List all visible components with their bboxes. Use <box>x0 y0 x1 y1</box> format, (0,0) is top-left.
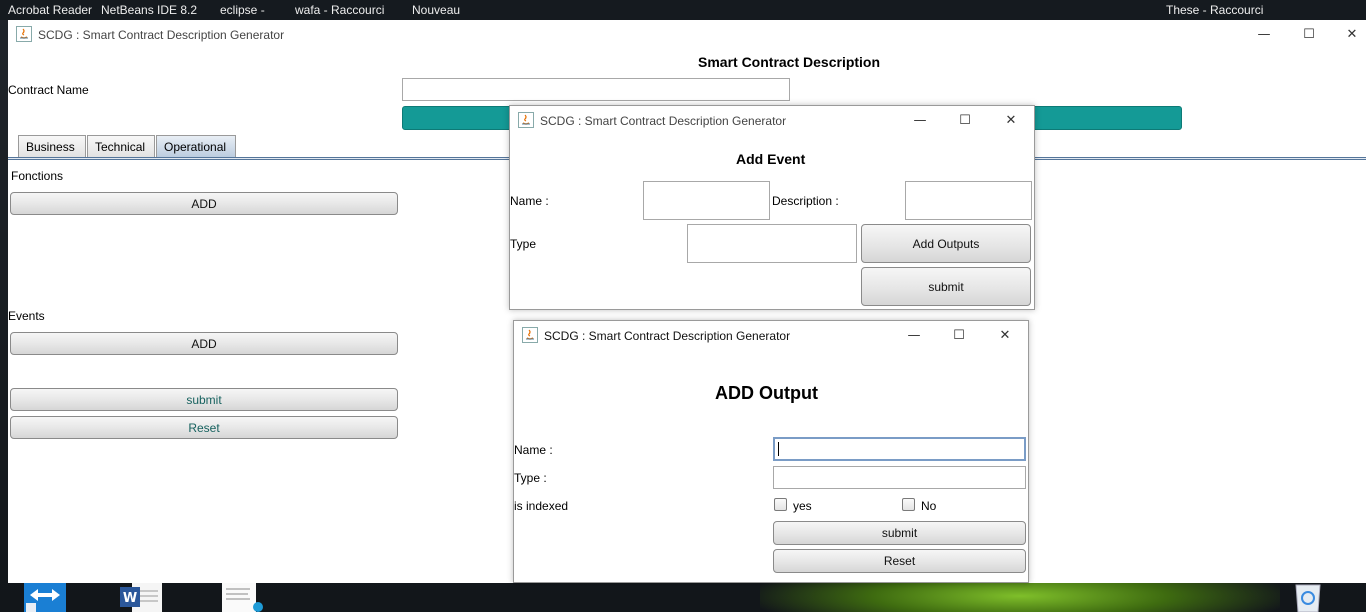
add-event-title: SCDG : Smart Contract Description Genera… <box>540 114 787 128</box>
events-add-label: ADD <box>191 337 217 351</box>
submit-label: submit <box>186 393 222 407</box>
close-icon[interactable]: ✕ <box>1338 25 1366 45</box>
event-type-input[interactable] <box>687 224 857 263</box>
close-icon[interactable]: ✕ <box>991 326 1019 346</box>
fonctions-add-label: ADD <box>191 197 217 211</box>
add-event-titlebar[interactable]: SCDG : Smart Contract Description Genera… <box>510 106 1034 136</box>
minimize-icon[interactable]: — <box>906 111 934 131</box>
shortcut-netbeans[interactable]: NetBeans IDE 8.2 <box>101 3 197 17</box>
event-type-label: Type <box>510 237 537 251</box>
output-name-label: Name : <box>514 443 553 457</box>
add-output-titlebar[interactable]: SCDG : Smart Contract Description Genera… <box>514 321 1028 351</box>
output-submit-button[interactable]: submit <box>773 521 1026 545</box>
minimize-icon[interactable]: — <box>900 326 928 346</box>
text-cursor <box>778 442 779 456</box>
tab-business[interactable]: Business <box>18 135 86 157</box>
page-title: Smart Contract Description <box>698 54 881 70</box>
add-outputs-button[interactable]: Add Outputs <box>861 224 1031 263</box>
recycle-bin-icon[interactable] <box>1288 583 1328 612</box>
maximize-icon[interactable]: ☐ <box>945 326 973 346</box>
event-description-label: Description : <box>772 194 839 208</box>
output-type-input[interactable] <box>773 466 1026 489</box>
event-submit-label: submit <box>928 280 964 294</box>
is-indexed-label: is indexed <box>514 499 569 513</box>
tab-technical[interactable]: Technical <box>87 135 155 157</box>
event-name-input[interactable] <box>643 181 770 220</box>
add-outputs-label: Add Outputs <box>912 237 980 251</box>
fonctions-label: Fonctions <box>11 169 64 183</box>
output-reset-button[interactable]: Reset <box>773 549 1026 573</box>
java-icon <box>518 112 534 128</box>
desktop-shortcut-bar: Acrobat Reader NetBeans IDE 8.2 eclipse … <box>0 0 1366 20</box>
event-description-input[interactable] <box>905 181 1032 220</box>
shortcut-eclipse[interactable]: eclipse - <box>220 3 265 17</box>
contract-name-input[interactable] <box>402 78 790 101</box>
add-event-window: SCDG : Smart Contract Description Genera… <box>509 105 1035 310</box>
indexed-yes-label: yes <box>793 499 812 513</box>
add-output-content: ADD Output Name : Type : is indexed yes … <box>514 351 1028 582</box>
shortcut-acrobat-reader[interactable]: Acrobat Reader <box>8 3 92 17</box>
tab-operational[interactable]: Operational <box>156 135 236 157</box>
document-icon[interactable] <box>218 583 264 612</box>
java-icon <box>16 26 32 42</box>
main-window-title: SCDG : Smart Contract Description Genera… <box>38 28 285 42</box>
svg-text:W: W <box>123 591 137 606</box>
main-window-titlebar[interactable]: SCDG : Smart Contract Description Genera… <box>8 20 1366 50</box>
add-event-heading: Add Event <box>736 151 806 167</box>
reset-button[interactable]: Reset <box>10 416 398 439</box>
fonctions-add-button[interactable]: ADD <box>10 192 398 215</box>
teamviewer-icon[interactable] <box>22 583 68 612</box>
shortcut-wafa[interactable]: wafa - Raccourci <box>295 3 384 17</box>
output-name-input[interactable] <box>773 437 1026 461</box>
indexed-no-checkbox[interactable] <box>902 498 915 511</box>
events-add-button[interactable]: ADD <box>10 332 398 355</box>
close-icon[interactable]: ✕ <box>997 111 1025 131</box>
shortcut-these[interactable]: These - Raccourci <box>1166 3 1263 17</box>
word-icon[interactable]: W <box>118 583 164 612</box>
indexed-yes-checkbox[interactable] <box>774 498 787 511</box>
minimize-icon[interactable]: — <box>1250 25 1278 45</box>
add-output-heading: ADD Output <box>715 383 818 403</box>
indexed-no-label: No <box>921 499 937 513</box>
event-submit-button[interactable]: submit <box>861 267 1031 306</box>
add-event-content: Add Event Name : Description : Type Add … <box>510 136 1034 309</box>
output-submit-label: submit <box>881 526 918 540</box>
add-output-window: SCDG : Smart Contract Description Genera… <box>513 320 1029 583</box>
submit-button[interactable]: submit <box>10 388 398 411</box>
events-label: Events <box>8 309 45 323</box>
java-icon <box>522 327 538 343</box>
maximize-icon[interactable]: ☐ <box>1295 25 1323 45</box>
event-name-label: Name : <box>510 194 549 208</box>
add-output-title: SCDG : Smart Contract Description Genera… <box>544 329 791 343</box>
shortcut-nouveau[interactable]: Nouveau <box>412 3 460 17</box>
maximize-icon[interactable]: ☐ <box>951 111 979 131</box>
output-type-label: Type : <box>514 471 547 485</box>
contract-name-label: Contract Name <box>8 83 89 97</box>
output-reset-label: Reset <box>883 554 916 568</box>
reset-label: Reset <box>188 421 220 435</box>
